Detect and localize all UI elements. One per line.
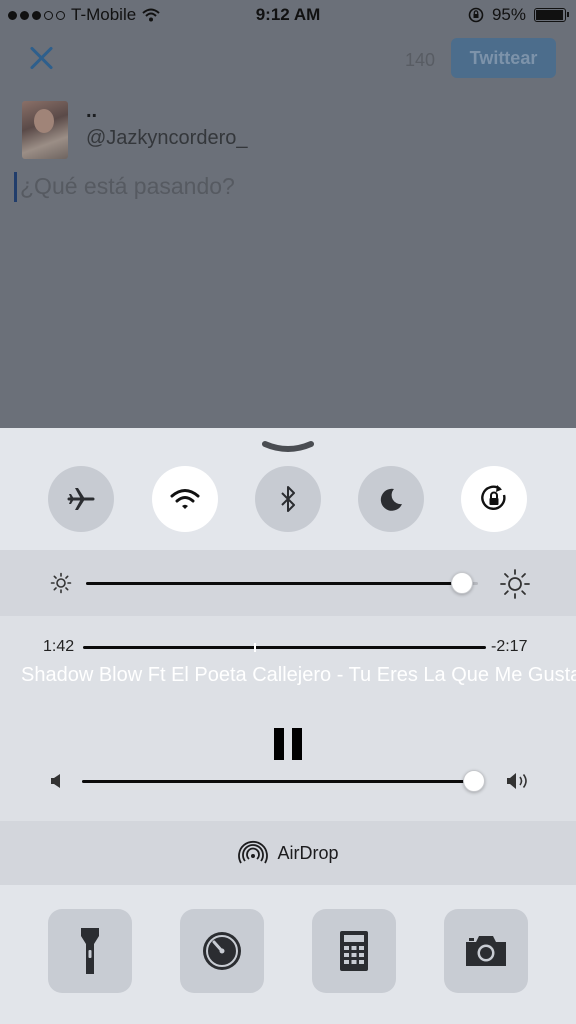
calculator-icon [340,931,368,971]
camera-button[interactable] [444,909,528,993]
user-handle: @Jazkyncordero_ [86,127,248,149]
volume-high-icon [507,773,527,789]
rotation-lock-icon [481,485,506,510]
rotation-lock-status-icon [468,7,484,23]
chevron-down-icon[interactable] [262,440,314,454]
do-not-disturb-toggle[interactable] [358,466,424,532]
bluetooth-toggle[interactable] [255,466,321,532]
bluetooth-icon [281,486,295,512]
pause-icon [274,728,284,760]
tweet-button[interactable]: Twittear [451,38,556,78]
text-cursor [14,172,17,202]
brightness-fill [86,582,463,585]
airplane-icon [67,488,95,510]
playback-position[interactable] [254,643,257,652]
volume-slider[interactable] [463,770,485,792]
playback-track[interactable] [83,646,486,649]
volume-fill [82,780,474,783]
flashlight-icon [81,928,99,974]
battery-icon [534,8,569,22]
flashlight-button[interactable] [48,909,132,993]
moon-icon [380,488,402,511]
volume-low-icon [51,774,60,788]
brightness-high-icon [500,569,530,599]
elapsed-time: 1:42 [43,638,75,655]
brightness-low-icon [50,572,72,594]
rotation-lock-toggle[interactable] [461,466,527,532]
airdrop-label: AirDrop [277,842,339,863]
airplane-mode-toggle[interactable] [48,466,114,532]
song-title: Shadow Blow Ft El Poeta Callejero - Tu E… [21,664,576,686]
character-count: 140 [405,50,436,70]
timer-icon [203,932,241,970]
airdrop-button[interactable]: AirDrop [0,821,576,885]
tweet-input[interactable]: ¿Qué está pasando? [20,173,235,200]
status-bar: T-Mobile 9:12 AM 95% [0,0,576,30]
wifi-toggle[interactable] [152,466,218,532]
close-icon[interactable] [28,44,56,72]
calculator-button[interactable] [312,909,396,993]
avatar [22,101,68,159]
user-name: .. [86,100,98,122]
airdrop-icon [238,840,269,864]
remaining-time: -2:17 [491,638,528,655]
pause-button[interactable] [274,728,302,760]
wifi-icon [170,489,200,509]
camera-icon [466,936,506,966]
timer-button[interactable] [180,909,264,993]
battery-percent: 95% [491,5,526,24]
